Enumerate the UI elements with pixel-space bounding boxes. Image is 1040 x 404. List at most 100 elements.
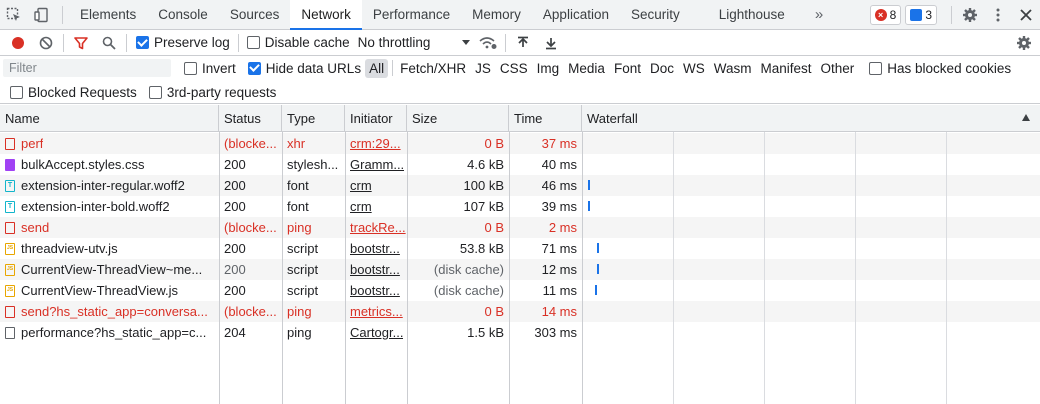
invert-box[interactable] [184, 61, 197, 75]
network-settings-gear-icon[interactable] [1010, 30, 1038, 56]
has-blocked-cookies-box[interactable] [869, 61, 883, 75]
column-header-waterfall[interactable]: Waterfall [582, 105, 1040, 132]
table-row[interactable]: Textension-inter-bold.woff2 200 font crm 107… [0, 196, 1040, 217]
filter-type-doc[interactable]: Doc [646, 59, 678, 78]
has-blocked-cookies-checkbox[interactable]: Has blocked cookies [869, 61, 1011, 76]
cell-initiator-text[interactable]: bootstr... [350, 241, 400, 256]
waterfall-bar[interactable] [597, 243, 600, 253]
cell-initiator-text[interactable]: trackRe... [350, 220, 406, 235]
filter-type-js[interactable]: JS [471, 59, 495, 78]
tab-performance[interactable]: Performance [362, 0, 461, 30]
cell-initiator-text[interactable]: crm [350, 178, 372, 193]
tab-network[interactable]: Network [290, 0, 362, 30]
error-count-badge[interactable]: × 8 [869, 5, 902, 25]
more-tabs-icon[interactable]: » [809, 6, 829, 23]
cell-name[interactable]: JS threadview-utv.js [0, 238, 219, 259]
cell-initiator-text[interactable]: bootstr... [350, 262, 400, 277]
network-conditions-icon[interactable] [474, 30, 502, 56]
column-divider[interactable] [345, 132, 346, 404]
disable-cache-box[interactable] [246, 36, 260, 49]
cell-initiator-text[interactable]: metrics... [350, 304, 403, 319]
filter-type-media[interactable]: Media [564, 59, 609, 78]
tab-application[interactable]: Application [532, 0, 620, 30]
column-divider[interactable] [582, 132, 583, 404]
inspect-element-icon[interactable] [0, 0, 28, 30]
waterfall-bar[interactable] [588, 180, 590, 190]
table-row[interactable]: JS CurrentView-ThreadView.js 200 script boot… [0, 280, 1040, 301]
blocked-requests-checkbox[interactable]: Blocked Requests [10, 85, 137, 100]
column-header-initiator[interactable]: Initiator [345, 105, 407, 132]
table-row[interactable]: performance?hs_static_app=c... 204 ping Car… [0, 322, 1040, 343]
export-har-icon[interactable] [537, 30, 565, 56]
disable-cache-checkbox[interactable]: Disable cache [246, 35, 350, 50]
filter-funnel-icon[interactable] [67, 30, 95, 56]
column-header-size[interactable]: Size [407, 105, 509, 132]
table-row[interactable]: send?hs_static_app=conversa... (blocke...… [0, 301, 1040, 322]
column-header-name[interactable]: Name [0, 105, 219, 132]
cell-initiator-text[interactable]: bootstr... [350, 283, 400, 298]
filter-type-other[interactable]: Other [817, 59, 859, 78]
waterfall-bar[interactable] [588, 201, 590, 211]
column-divider[interactable] [219, 132, 220, 404]
filter-type-img[interactable]: Img [533, 59, 564, 78]
table-row[interactable]: JS threadview-utv.js 200 script bootstr... 53… [0, 238, 1040, 259]
filter-type-wasm[interactable]: Wasm [710, 59, 756, 78]
cell-name[interactable]: send [0, 217, 219, 238]
column-header-time[interactable]: Time [509, 105, 582, 132]
cell-initiator[interactable]: Gramm... [345, 154, 407, 175]
cell-initiator[interactable]: bootstr... [345, 259, 407, 280]
device-toolbar-icon[interactable] [28, 0, 56, 30]
search-icon[interactable] [95, 30, 123, 56]
cell-initiator[interactable]: bootstr... [345, 238, 407, 259]
table-row[interactable]: send (blocke... ping trackRe... 0 B 2 ms [0, 217, 1040, 238]
third-party-requests-checkbox[interactable]: 3rd-party requests [148, 85, 276, 100]
cell-initiator[interactable]: trackRe... [345, 217, 407, 238]
cell-name[interactable]: JS CurrentView-ThreadView~me... [0, 259, 219, 280]
import-har-icon[interactable] [509, 30, 537, 56]
kebab-menu-icon[interactable] [984, 0, 1012, 30]
waterfall-bar[interactable] [597, 264, 600, 274]
cell-initiator[interactable]: crm [345, 175, 407, 196]
column-header-status[interactable]: Status [219, 105, 282, 132]
preserve-log-box[interactable] [136, 36, 149, 49]
cell-initiator[interactable]: bootstr... [345, 280, 407, 301]
cell-name[interactable]: JS CurrentView-ThreadView.js [0, 280, 219, 301]
cell-initiator-text[interactable]: crm:29... [350, 136, 401, 151]
throttling-select[interactable]: No throttling [358, 35, 470, 50]
filter-type-font[interactable]: Font [610, 59, 645, 78]
preserve-log-checkbox[interactable]: Preserve log [136, 35, 230, 50]
table-row[interactable]: bulkAccept.styles.css 200 stylesh... Gramm.… [0, 154, 1040, 175]
tab-elements[interactable]: Elements [69, 0, 147, 30]
close-devtools-icon[interactable] [1012, 0, 1040, 30]
table-row[interactable]: perf (blocke... xhr crm:29... 0 B 37 ms [0, 133, 1040, 154]
cell-name[interactable]: perf [0, 133, 219, 154]
cell-initiator[interactable]: Cartogr... [345, 322, 407, 343]
tab-sources[interactable]: Sources [219, 0, 291, 30]
settings-gear-icon[interactable] [956, 0, 984, 30]
third-party-requests-box[interactable] [148, 85, 162, 99]
column-divider[interactable] [282, 132, 283, 404]
cell-initiator-text[interactable]: Cartogr... [350, 325, 403, 340]
cell-initiator[interactable]: crm:29... [345, 133, 407, 154]
column-header-type[interactable]: Type [282, 105, 345, 132]
tab-console[interactable]: Console [147, 0, 219, 30]
cell-initiator[interactable]: metrics... [345, 301, 407, 322]
filter-type-all[interactable]: All [365, 58, 389, 78]
cell-initiator-text[interactable]: crm [350, 199, 372, 214]
filter-type-css[interactable]: CSS [496, 59, 532, 78]
column-divider[interactable] [407, 132, 408, 404]
hide-data-urls-box[interactable] [247, 61, 261, 75]
waterfall-bar[interactable] [594, 285, 597, 295]
cell-name[interactable]: Textension-inter-regular.woff2 [0, 175, 219, 196]
filter-type-ws[interactable]: WS [679, 59, 709, 78]
cell-name[interactable]: bulkAccept.styles.css [0, 154, 219, 175]
message-count-badge[interactable]: 3 [905, 5, 937, 25]
column-divider[interactable] [509, 132, 510, 404]
filter-input[interactable] [3, 59, 171, 77]
cell-initiator[interactable]: crm [345, 196, 407, 217]
table-row[interactable]: Textension-inter-regular.woff2 200 font crm… [0, 175, 1040, 196]
tab-security[interactable]: Security [620, 0, 691, 30]
hide-data-urls-checkbox[interactable]: Hide data URLs [247, 61, 361, 76]
record-icon[interactable] [4, 30, 32, 56]
clear-icon[interactable] [32, 30, 60, 56]
